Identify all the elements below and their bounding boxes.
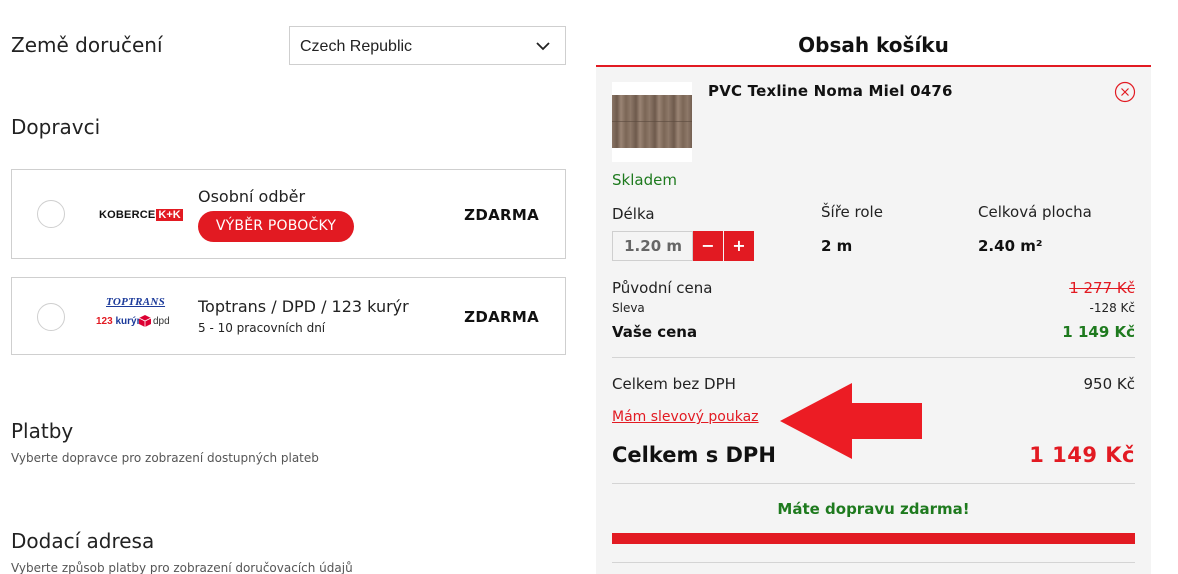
carrier-price: ZDARMA <box>464 308 539 326</box>
your-price-label: Vaše cena <box>612 323 698 341</box>
close-circle-icon[interactable] <box>1114 81 1136 103</box>
divider <box>612 562 1135 563</box>
carrier-price: ZDARMA <box>464 206 539 224</box>
koberce-kk-logo: KOBERCE K+K <box>99 209 183 221</box>
your-price: 1 149 Kč <box>1062 323 1135 341</box>
total-label: Celkem s DPH <box>612 443 776 467</box>
carriers-title: Dopravci <box>11 115 101 139</box>
voucher-link[interactable]: Mám slevový poukaz <box>612 409 759 425</box>
width-label: Šíře role <box>821 203 883 221</box>
delivery-country-label: Země doručení <box>11 33 163 57</box>
discount-value: -128 Kč <box>1089 301 1135 315</box>
carrier-name: Toptrans / DPD / 123 kurýr <box>198 297 409 316</box>
address-title: Dodací adresa <box>11 529 155 553</box>
country-select-value: Czech Republic <box>300 38 413 55</box>
carrier-option-toptrans[interactable]: TOPTRANS 123 kurýr dpd Toptrans / DPD / … <box>11 277 566 355</box>
stock-status: Skladem <box>612 171 677 189</box>
toptrans-dpd-logo: TOPTRANS 123 kurýr dpd <box>96 296 170 327</box>
country-select[interactable]: Czech Republic <box>289 26 566 65</box>
original-price: 1 277 Kč <box>1069 279 1135 297</box>
payments-subtitle: Vyberte dopravce pro zobrazení dostupnýc… <box>11 451 319 465</box>
address-subtitle: Vyberte způsob platby pro zobrazení doru… <box>11 561 353 574</box>
length-input[interactable]: 1.20 m <box>612 231 693 261</box>
carrier-option-personal-pickup[interactable]: KOBERCE K+K Osobní odběr VÝBĚR POBOČKY ZD… <box>11 169 566 259</box>
discount-label: Sleva <box>612 301 645 315</box>
divider <box>612 483 1135 484</box>
free-shipping-progress-bar <box>612 533 1135 544</box>
net-total-value: 950 Kč <box>1083 375 1135 393</box>
carrier-name: Osobní odběr <box>198 187 306 206</box>
payments-title: Platby <box>11 419 74 443</box>
area-label: Celková plocha <box>978 203 1092 221</box>
carrier-radio[interactable] <box>37 200 65 228</box>
carrier-radio[interactable] <box>37 303 65 331</box>
product-thumbnail[interactable] <box>612 82 692 162</box>
net-total-label: Celkem bez DPH <box>612 375 736 393</box>
area-value: 2.40 m² <box>978 237 1043 255</box>
carrier-delivery-time: 5 - 10 pracovních dní <box>198 321 326 335</box>
original-price-label: Původní cena <box>612 279 713 297</box>
cart-title: Obsah košíku <box>798 33 949 57</box>
width-value: 2 m <box>821 237 853 255</box>
left-arrow-icon <box>780 383 922 459</box>
decrease-length-button[interactable]: − <box>693 231 723 261</box>
length-label: Délka <box>612 205 655 223</box>
chevron-down-icon <box>536 42 550 51</box>
divider <box>612 357 1135 358</box>
total-value: 1 149 Kč <box>1029 443 1135 467</box>
select-branch-button[interactable]: VÝBĚR POBOČKY <box>198 211 354 242</box>
product-name[interactable]: PVC Texline Noma Miel 0476 <box>708 82 953 100</box>
dpd-cube-icon <box>139 315 151 327</box>
free-shipping-message: Máte dopravu zdarma! <box>777 500 970 518</box>
increase-length-button[interactable]: + <box>724 231 754 261</box>
